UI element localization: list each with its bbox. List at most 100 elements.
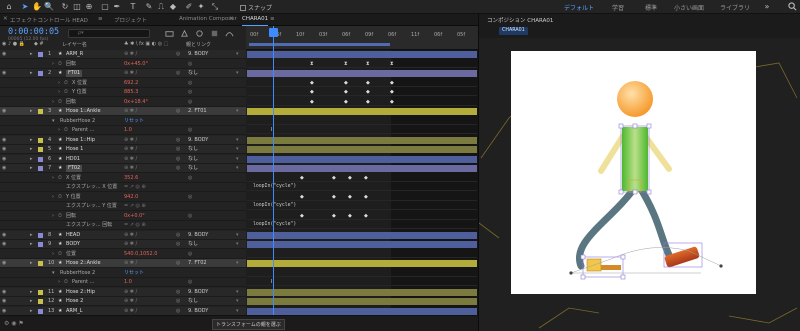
layer-name[interactable]: Hose 2::Ankle xyxy=(66,260,101,267)
expression-controls-icons[interactable]: = ↗ ◎ ⊕ xyxy=(124,222,146,229)
twirl-arrow-icon[interactable]: ▸ xyxy=(30,308,33,315)
keyframe-marker[interactable]: ◆ xyxy=(366,80,370,86)
pan-behind-tool-icon[interactable]: ⊕ xyxy=(84,2,94,12)
pick-whip-icon[interactable]: ◎ xyxy=(188,80,192,87)
visibility-eye-icon[interactable]: ◉ xyxy=(2,260,6,267)
property-value[interactable]: 1.0 xyxy=(124,127,132,134)
layer-switches-icons[interactable]: ⊕ ✱ / xyxy=(124,241,137,248)
chevron-down-icon[interactable]: ▾ xyxy=(236,260,239,267)
parent-dropdown[interactable]: なし xyxy=(188,165,198,172)
chevron-down-icon[interactable]: ▾ xyxy=(236,308,239,315)
visibility-eye-icon[interactable]: ◉ xyxy=(2,298,6,305)
tab-effect-controls[interactable]: エフェクトコントロール HEAD xyxy=(10,16,88,26)
pick-whip-icon[interactable]: ◎ xyxy=(176,146,180,153)
property-row[interactable]: › ⏱ 回転 0x+45.0° ◎ xyxy=(0,60,246,69)
reset-link[interactable]: リセット xyxy=(124,118,144,125)
twirl-arrow-icon[interactable]: ▸ xyxy=(30,260,33,267)
keyframe-marker[interactable]: ◆ xyxy=(344,99,348,105)
twirl-arrow-icon[interactable]: › xyxy=(58,279,60,286)
workspace-libraries[interactable]: ライブラリ xyxy=(720,3,750,12)
label-color-swatch[interactable] xyxy=(38,289,43,295)
property-row[interactable]: › ⏱ Parent ... 1.0 ◎ xyxy=(0,278,246,287)
comp-canvas[interactable] xyxy=(511,51,756,294)
rectangle-tool-icon[interactable]: ▢ xyxy=(100,2,110,12)
keyframe-marker[interactable]: ⧗ xyxy=(366,61,370,67)
workspace-standard[interactable]: 標準 xyxy=(645,3,657,12)
layer-row[interactable]: ◉ ▸ 12 ★ Hose 2 ⊕ ✱ / ◎ なし ▾ xyxy=(0,297,246,306)
keyframe-marker[interactable]: ◆ xyxy=(366,89,370,95)
label-color-swatch[interactable] xyxy=(38,109,43,114)
keyframe-marker[interactable]: ◆ xyxy=(364,175,368,181)
property-value[interactable]: 0x+18.4° xyxy=(124,99,148,106)
pick-whip-icon[interactable]: ◎ xyxy=(188,99,192,106)
twirl-arrow-icon[interactable]: › xyxy=(52,175,54,182)
property-value[interactable]: 540.0,1052.0 xyxy=(124,251,157,258)
chevron-down-icon[interactable]: ▾ xyxy=(236,70,239,77)
tab-chara01-timeline[interactable]: CHARA01 xyxy=(242,16,269,26)
label-color-swatch[interactable] xyxy=(38,242,43,247)
pen-tool-icon[interactable]: ✒ xyxy=(112,2,122,12)
layer-row[interactable]: ◉ ▸ 13 ★ ARM_L ⊕ ✱ / ◎ 9. BODY ▾ xyxy=(0,306,246,315)
expression-text[interactable]: loopIn("cycle") xyxy=(253,222,296,227)
keyframe-marker[interactable]: ◆ xyxy=(300,213,304,219)
home-icon[interactable]: ⌂ xyxy=(4,2,14,12)
chevron-down-icon[interactable]: ▾ xyxy=(236,146,239,153)
label-color-swatch[interactable] xyxy=(38,261,43,266)
property-value[interactable]: 942.0 xyxy=(124,194,138,201)
pick-whip-icon[interactable]: ◎ xyxy=(176,137,180,144)
layer-name[interactable]: HEAD xyxy=(66,232,80,239)
comp-breadcrumb[interactable]: CHARA01 xyxy=(499,27,528,35)
layer-name[interactable]: Hose 1 xyxy=(66,146,83,153)
keyframe-marker[interactable]: ◆ xyxy=(348,194,352,200)
layer-name[interactable]: Hose 1::Hip xyxy=(66,137,95,144)
layer-name[interactable]: Hose 2::Hip xyxy=(66,289,95,296)
stopwatch-icon[interactable]: ⏱ xyxy=(58,61,62,68)
tab-menu-icon[interactable]: ≡ xyxy=(270,16,275,26)
keyframe-marker[interactable]: ◆ xyxy=(390,89,394,95)
layer-name[interactable]: FT02 xyxy=(66,165,83,172)
parent-dropdown[interactable]: 9. BODY xyxy=(188,51,208,58)
camera-tool-icon[interactable]: ◫ xyxy=(72,2,82,12)
draft-3d-icon[interactable] xyxy=(180,29,189,38)
tab-menu-icon[interactable]: ≡ xyxy=(98,16,103,26)
pick-whip-icon[interactable]: ◎ xyxy=(188,175,192,182)
property-value[interactable]: 0x+45.0° xyxy=(124,61,148,68)
label-color-swatch[interactable] xyxy=(38,232,43,238)
stopwatch-icon[interactable]: ⏱ xyxy=(58,194,62,201)
stopwatch-icon[interactable]: ⏱ xyxy=(64,89,68,96)
twirl-arrow-icon[interactable]: ▸ xyxy=(30,51,33,58)
twirl-arrow-icon[interactable]: ▾ xyxy=(52,118,55,125)
twirl-arrow-icon[interactable]: › xyxy=(52,251,54,258)
keyframe-marker[interactable]: ◆ xyxy=(332,213,336,219)
visibility-eye-icon[interactable]: ◉ xyxy=(2,241,6,248)
chevron-down-icon[interactable]: ▾ xyxy=(236,156,239,163)
visibility-eye-icon[interactable]: ◉ xyxy=(2,156,6,163)
twirl-arrow-icon[interactable]: ▸ xyxy=(30,108,33,115)
property-row[interactable]: › ⏱ 位置 540.0,1052.0 ◎ xyxy=(0,250,246,259)
workspace-menu-icon[interactable]: » xyxy=(762,2,772,12)
property-value[interactable]: 0x+0.0° xyxy=(124,213,145,220)
parent-dropdown[interactable]: なし xyxy=(188,156,198,163)
parent-link-column[interactable]: 親とリンク xyxy=(186,41,211,48)
rotate-tool-icon[interactable]: ↻ xyxy=(60,2,70,12)
stopwatch-icon[interactable]: ⏱ xyxy=(64,127,68,134)
layer-duration-bar[interactable] xyxy=(247,70,477,77)
expression-row[interactable]: エクスプレッ... Y 位置 = ↗ ◎ ⊕ xyxy=(0,202,246,211)
keyframe-marker[interactable]: ⧗ xyxy=(310,61,314,67)
chevron-down-icon[interactable]: ▾ xyxy=(236,108,239,115)
zoom-tool-icon[interactable]: 🔍 xyxy=(44,2,54,12)
reset-link[interactable]: リセット xyxy=(124,270,144,277)
layer-row[interactable]: ◉ ▸ 5 ★ Hose 1 ⊕ ✱ / ◎ なし ▾ xyxy=(0,145,246,154)
keyframe-marker[interactable]: ◆ xyxy=(332,175,336,181)
keyframe-marker[interactable]: ◆ xyxy=(300,194,304,200)
selection-tool-icon[interactable]: ➤ xyxy=(20,2,30,12)
playhead-handle[interactable] xyxy=(269,28,278,37)
label-color-swatch[interactable] xyxy=(38,147,43,152)
puppet-pin-tool-icon[interactable]: ✦ xyxy=(196,2,206,12)
playhead-line[interactable] xyxy=(273,26,274,315)
layer-search-input[interactable]: ρ▾ xyxy=(68,29,150,38)
parent-dropdown[interactable]: なし xyxy=(188,241,198,248)
layer-name[interactable]: HD01 xyxy=(66,156,80,163)
visibility-eye-icon[interactable]: ◉ xyxy=(2,70,6,77)
keyframe-marker[interactable]: ◆ xyxy=(364,194,368,200)
